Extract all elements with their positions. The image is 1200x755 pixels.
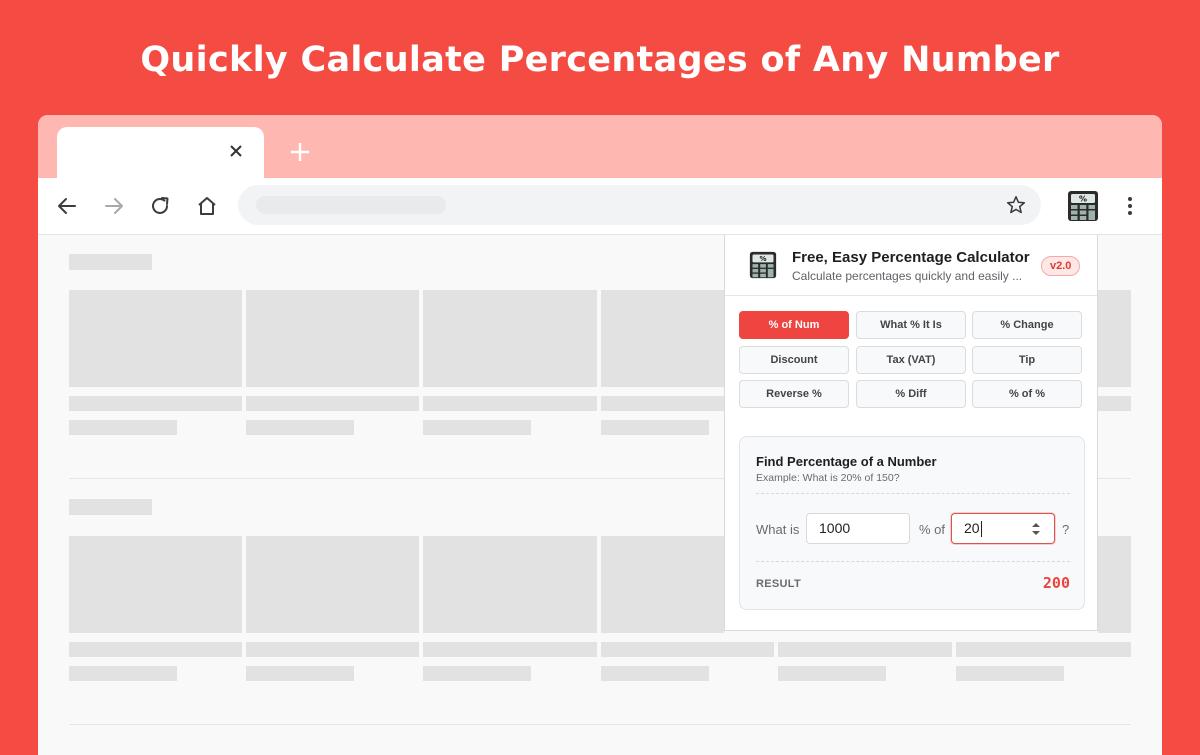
skeleton-line (69, 396, 242, 411)
skeleton-thumbnail (69, 536, 242, 633)
calculator-logo-icon: % (749, 251, 777, 279)
back-arrow-icon[interactable] (55, 194, 79, 218)
more-menu-icon[interactable] (1120, 194, 1140, 218)
result-label: RESULT (756, 578, 801, 590)
skeleton-thumbnail (69, 290, 242, 387)
skeleton-line (423, 666, 531, 681)
address-bar[interactable] (238, 185, 1041, 225)
card-example: Example: What is 20% of 150? (756, 472, 900, 484)
browser-toolbar: % (38, 178, 1162, 235)
calculator-card: Find Percentage of a Number Example: Wha… (739, 436, 1085, 610)
version-badge: v2.0 (1041, 256, 1081, 276)
tab-strip (38, 115, 1162, 178)
mode-button-reverse-percent[interactable]: Reverse % (739, 380, 849, 408)
skeleton-line (69, 420, 177, 435)
skeleton-line (601, 642, 774, 657)
skeleton-line (246, 420, 354, 435)
mode-button-percent-change[interactable]: % Change (972, 311, 1082, 339)
skeleton-line (601, 396, 724, 411)
text-caret (980, 521, 982, 538)
result-value: 200 (1042, 574, 1070, 592)
extension-calculator-icon[interactable]: % (1067, 190, 1099, 222)
question-mark-label: ? (1062, 522, 1070, 537)
skeleton-heading (69, 499, 152, 515)
skeleton-line (246, 642, 419, 657)
extension-popup: % Free, Easy Percentage Calculator Calcu… (724, 235, 1098, 631)
mode-button-percent-diff[interactable]: % Diff (856, 380, 966, 408)
home-icon[interactable] (195, 194, 219, 218)
skeleton-thumbnail (601, 536, 724, 633)
divider (69, 724, 1131, 725)
mode-button-tip[interactable]: Tip (972, 346, 1082, 374)
number-input-value: 1000 (819, 520, 851, 536)
blurred-url (256, 196, 446, 214)
star-icon[interactable] (1005, 194, 1027, 216)
skeleton-thumbnail (1098, 536, 1131, 633)
skeleton-line (423, 420, 531, 435)
mode-button-discount[interactable]: Discount (739, 346, 849, 374)
svg-text:%: % (1079, 195, 1087, 204)
dashed-divider (756, 493, 1070, 494)
skeleton-line (246, 666, 354, 681)
popup-subtitle: Calculate percentages quickly and easily… (792, 269, 1023, 283)
percent-input-value: 20 (964, 520, 980, 536)
skeleton-line (69, 642, 242, 657)
mode-button-tax[interactable]: Tax (VAT) (856, 346, 966, 374)
skeleton-line (423, 642, 597, 657)
skeleton-line (1098, 396, 1131, 411)
mode-button-percent-of-num[interactable]: % of Num (739, 311, 849, 339)
skeleton-line (956, 642, 1131, 657)
headline: Quickly Calculate Percentages of Any Num… (140, 40, 1060, 80)
card-title: Find Percentage of a Number (756, 454, 937, 469)
skeleton-line (423, 396, 597, 411)
forward-arrow-icon[interactable] (102, 194, 126, 218)
skeleton-thumbnail (423, 536, 597, 633)
skeleton-line (246, 396, 419, 411)
plus-icon[interactable] (288, 140, 312, 164)
skeleton-heading (69, 254, 152, 270)
close-icon[interactable] (226, 141, 246, 161)
spinner-arrows-icon[interactable] (1031, 521, 1041, 537)
browser-window: % % Free, Easy Percentage Calculator Cal… (38, 115, 1162, 755)
skeleton-thumbnail (246, 290, 419, 387)
mode-button-what-percent[interactable]: What % It Is (856, 311, 966, 339)
skeleton-line (69, 666, 177, 681)
skeleton-thumbnail (246, 536, 419, 633)
active-tab[interactable] (57, 127, 264, 178)
percent-of-label: % of (919, 522, 946, 537)
dashed-divider (756, 561, 1070, 562)
percent-input[interactable]: 20 (951, 513, 1055, 544)
number-input[interactable]: 1000 (806, 513, 910, 544)
skeleton-line (778, 642, 952, 657)
skeleton-line (778, 666, 886, 681)
skeleton-line (956, 666, 1064, 681)
skeleton-thumbnail (423, 290, 597, 387)
mode-button-percent-of-percent[interactable]: % of % (972, 380, 1082, 408)
skeleton-line (601, 666, 709, 681)
skeleton-thumbnail (1098, 290, 1131, 387)
popup-title: Free, Easy Percentage Calculator (792, 249, 1030, 266)
skeleton-thumbnail (601, 290, 724, 387)
reload-icon[interactable] (148, 194, 172, 218)
svg-text:%: % (759, 255, 766, 263)
popup-header: % Free, Easy Percentage Calculator Calcu… (725, 235, 1097, 296)
what-is-label: What is (756, 522, 800, 537)
skeleton-line (601, 420, 709, 435)
